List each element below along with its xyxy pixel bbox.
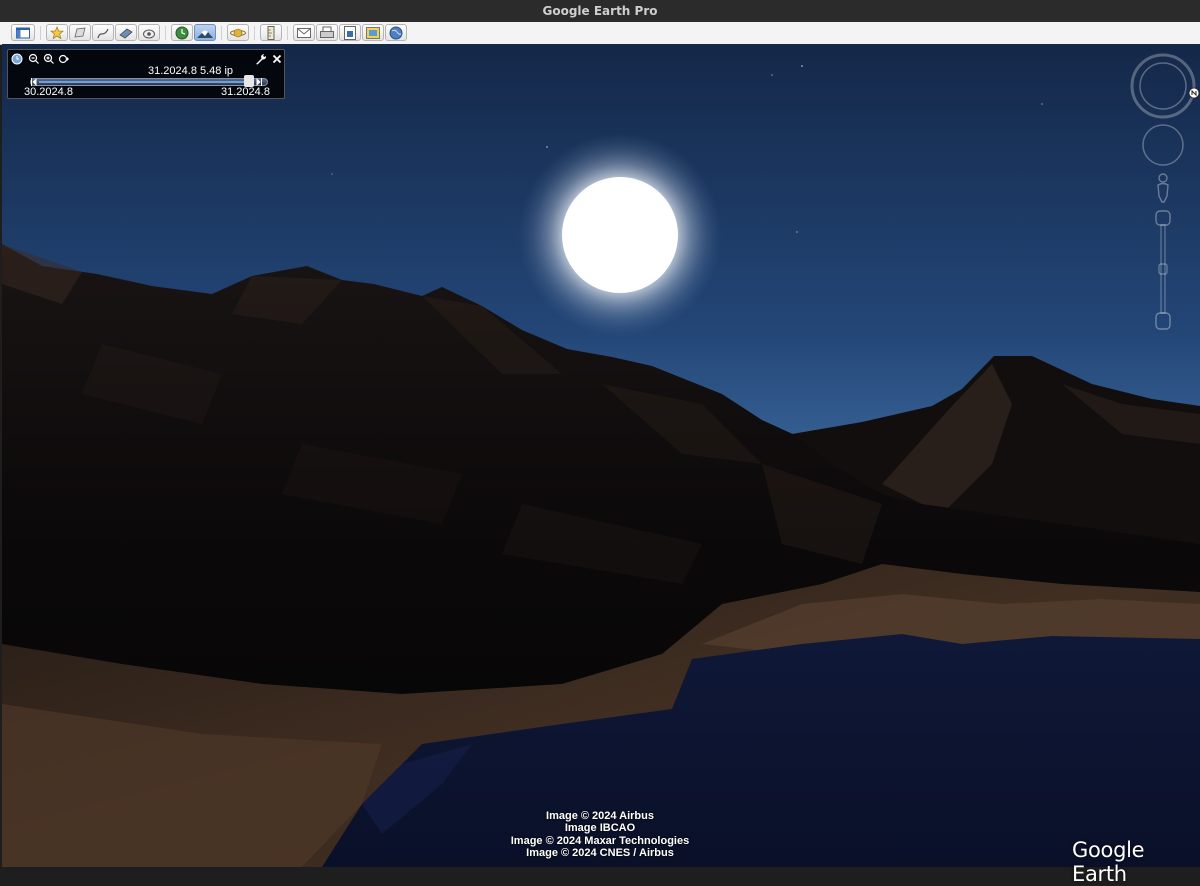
- credit-line: Image © 2024 CNES / Airbus: [526, 846, 674, 859]
- email-icon: [297, 27, 311, 38]
- navigation-controls: [1128, 50, 1200, 340]
- save-image-button[interactable]: [339, 24, 361, 41]
- street-view-pegman-icon[interactable]: [1153, 172, 1173, 204]
- time-slider-track[interactable]: [30, 78, 268, 86]
- sidebar-icon: [16, 27, 30, 38]
- add-placemark-button[interactable]: [46, 24, 68, 41]
- window-title: Google Earth Pro: [542, 4, 658, 18]
- animate-icon[interactable]: [58, 53, 70, 65]
- save-image-icon: [344, 25, 356, 40]
- move-joystick[interactable]: [1141, 123, 1185, 167]
- close-icon[interactable]: [271, 53, 283, 65]
- print-button[interactable]: [316, 24, 338, 41]
- historical-imagery-icon: [175, 26, 189, 39]
- globe-icon: [389, 26, 403, 39]
- add-polygon-button[interactable]: [69, 24, 91, 41]
- switch-planet-button[interactable]: [227, 24, 249, 41]
- imagery-credits: Image © 2024 Airbus Image IBCAO Image © …: [460, 810, 740, 859]
- add-path-button[interactable]: [92, 24, 114, 41]
- current-time-label: 31.2024.8 5.48 ip: [148, 65, 234, 77]
- range-start-marker-icon[interactable]: [31, 78, 37, 86]
- image-overlay-icon: [119, 28, 133, 38]
- google-earth-logo: Google Earth: [1072, 838, 1145, 886]
- sunlight-icon: [197, 30, 213, 38]
- time-slider-panel: 31.2024.8 5.48 ip 30.2024.8 31.2024.8: [7, 49, 285, 99]
- terrain-scene: [2, 44, 1200, 867]
- start-date-label: 30.2024.8: [24, 86, 73, 98]
- print-icon: [320, 26, 334, 38]
- record-tour-button[interactable]: [138, 24, 160, 41]
- look-joystick[interactable]: [1128, 50, 1200, 122]
- credit-line: Image © 2024 Airbus: [546, 810, 654, 822]
- time-slider-fill: [39, 81, 249, 83]
- record-tour-icon: [143, 29, 155, 38]
- range-end-marker-icon[interactable]: [256, 78, 262, 86]
- zoom-in-icon[interactable]: [43, 53, 55, 65]
- maps-icon: [366, 26, 380, 39]
- north-indicator-icon[interactable]: [1188, 87, 1200, 99]
- sunlight-button[interactable]: [194, 24, 216, 41]
- planet-icon: [230, 28, 246, 37]
- zoom-out-icon[interactable]: [28, 53, 40, 65]
- polygon-icon: [74, 27, 86, 37]
- add-image-overlay-button[interactable]: [115, 24, 137, 41]
- sidebar-toggle-button[interactable]: [11, 24, 35, 41]
- historical-imagery-button[interactable]: [171, 24, 193, 41]
- path-icon: [97, 28, 109, 38]
- title-bar: Google Earth Pro: [0, 0, 1200, 23]
- placemark-icon: [50, 25, 64, 39]
- earth-gallery-button[interactable]: [385, 24, 407, 41]
- ruler-button[interactable]: [260, 24, 282, 41]
- toolbar: [0, 22, 1200, 45]
- credit-line: Image IBCAO: [564, 822, 636, 835]
- end-date-label: 31.2024.8: [221, 86, 270, 98]
- clock-icon[interactable]: [11, 53, 23, 65]
- email-button[interactable]: [293, 24, 315, 41]
- earth-3d-viewport[interactable]: [2, 44, 1200, 867]
- ruler-icon: [267, 25, 275, 40]
- credit-line: Image © 2024 Maxar Technologies: [510, 834, 690, 847]
- wrench-icon[interactable]: [255, 53, 267, 65]
- zoom-slider[interactable]: [1153, 210, 1173, 330]
- view-in-maps-button[interactable]: [362, 24, 384, 41]
